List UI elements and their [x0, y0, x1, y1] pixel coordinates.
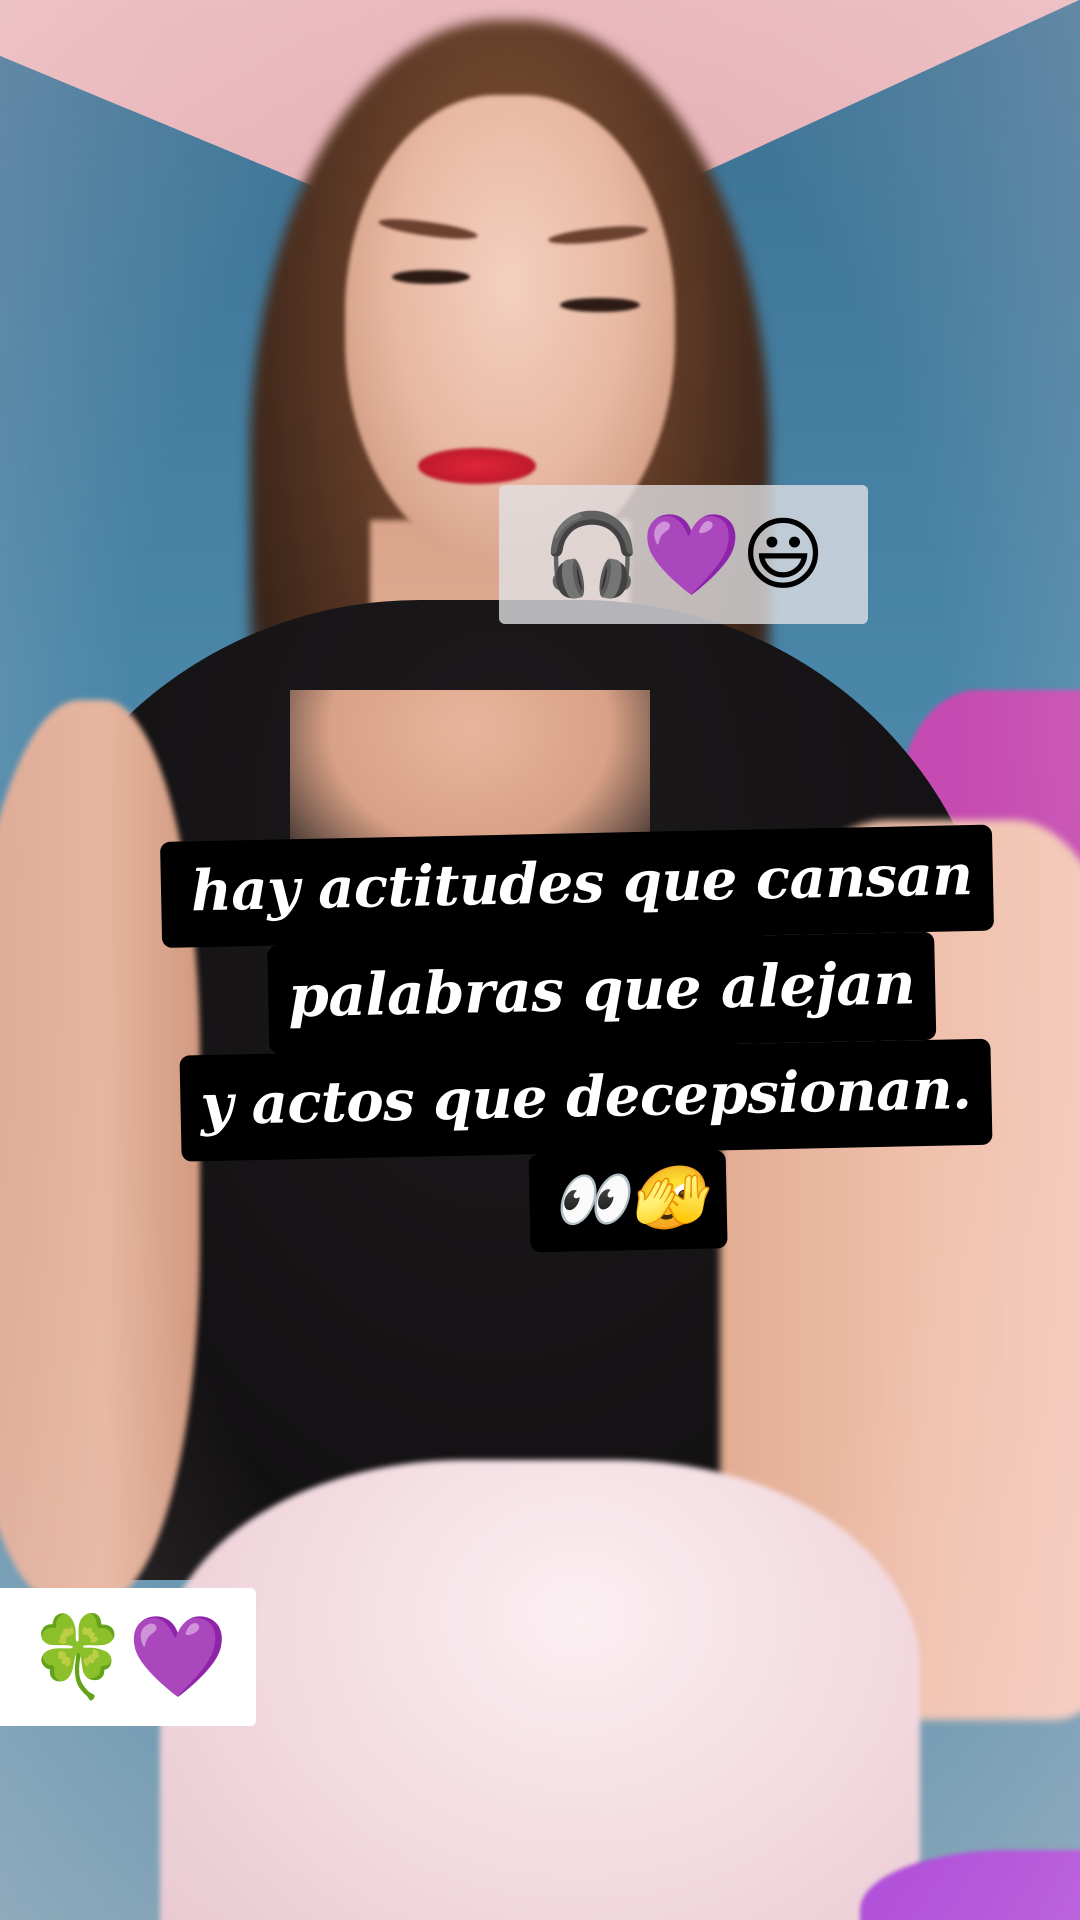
video-frame: 🎧 💜 😃 hay actitudes que cansan palabras … — [0, 0, 1080, 1920]
purple-heart-icon: 💜 — [641, 507, 742, 601]
caption-block: hay actitudes que cansan palabras que al… — [160, 823, 1080, 1260]
grinning-face-icon: 😃 — [741, 507, 825, 601]
caption-emoji-line: 👀🫣 — [528, 1150, 729, 1253]
purple-heart-icon: 💜 — [128, 1610, 228, 1703]
four-leaf-clover-icon: 🍀 — [28, 1610, 128, 1703]
emoji-sticker-top[interactable]: 🎧 💜 😃 — [499, 485, 868, 624]
caption-line-2: palabras que alejan — [267, 931, 937, 1054]
emoji-sticker-bottom[interactable]: 🍀 💜 — [0, 1588, 256, 1726]
headphones-icon: 🎧 — [542, 507, 642, 601]
caption-line-3: y actos que decepsionan. — [179, 1038, 993, 1162]
caption-line-1: hay actitudes que cansan — [160, 824, 994, 948]
